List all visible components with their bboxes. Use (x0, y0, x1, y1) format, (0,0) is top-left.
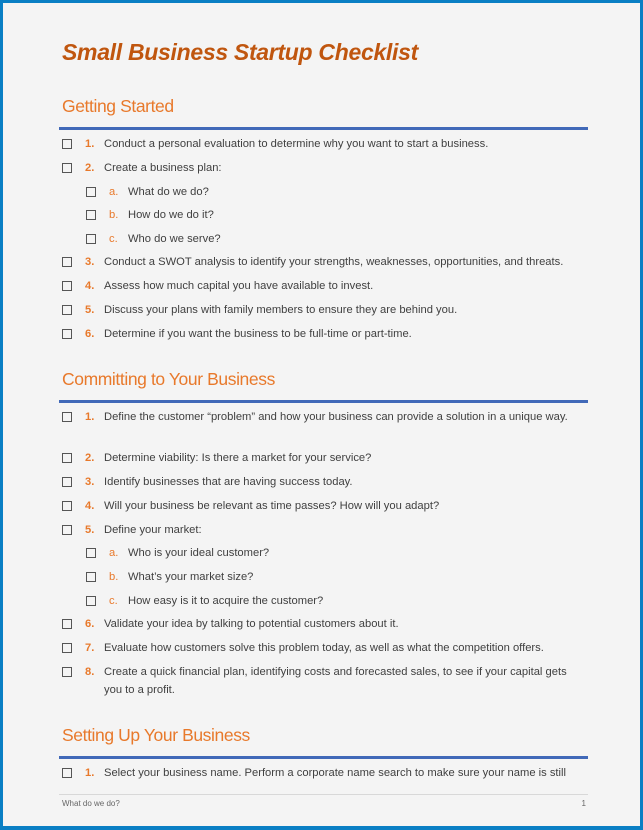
item-text: Will your business be relevant as time p… (104, 500, 440, 512)
document-title: Small Business Startup Checklist (62, 39, 418, 65)
checkbox[interactable] (62, 412, 72, 422)
item-text: Define your market: (104, 524, 202, 536)
item-number: 8. (85, 666, 95, 678)
checkbox[interactable] (62, 281, 72, 291)
item-text: Create a business plan: (104, 162, 222, 174)
page-number: 1 (581, 799, 586, 808)
item-letter: a. (109, 186, 119, 198)
item-text: What’s your market size? (128, 571, 254, 583)
checkbox[interactable] (62, 305, 72, 315)
checkbox[interactable] (86, 548, 96, 558)
footer-text: What do we do? (62, 799, 120, 808)
checkbox[interactable] (62, 525, 72, 535)
item-letter: b. (109, 209, 119, 221)
checkbox[interactable] (62, 477, 72, 487)
item-number: 6. (85, 618, 95, 630)
item-text: Create a quick financial plan, identifyi… (104, 666, 567, 696)
item-text: How easy is it to acquire the customer? (128, 595, 324, 607)
item-text: Determine if you want the business to be… (104, 328, 412, 340)
checkbox[interactable] (62, 257, 72, 267)
checkbox[interactable] (62, 329, 72, 339)
item-number: 5. (85, 304, 95, 316)
item-number: 1. (85, 411, 95, 423)
checkbox[interactable] (62, 501, 72, 511)
item-text: Conduct a SWOT analysis to identify your… (104, 256, 564, 268)
item-text: What do we do? (128, 186, 209, 198)
checkbox[interactable] (62, 768, 72, 778)
item-number: 4. (85, 500, 95, 512)
item-text: Validate your idea by talking to potenti… (104, 618, 399, 630)
item-text: Who is your ideal customer? (128, 547, 270, 559)
item-letter: c. (109, 595, 118, 607)
checkbox[interactable] (86, 187, 96, 197)
checkbox[interactable] (62, 619, 72, 629)
item-text: Define the customer “problem” and how yo… (104, 411, 568, 423)
checkbox[interactable] (86, 596, 96, 606)
footer-rule (59, 794, 588, 795)
item-letter: c. (109, 233, 118, 245)
checkbox[interactable] (62, 139, 72, 149)
checkbox[interactable] (86, 210, 96, 220)
item-number: 3. (85, 256, 95, 268)
item-number: 3. (85, 476, 95, 488)
item-number: 2. (85, 452, 95, 464)
item-text: Select your business name. Perform a cor… (104, 767, 566, 779)
section-heading-getting-started: Getting Started (62, 96, 174, 116)
item-text: Discuss your plans with family members t… (104, 304, 458, 316)
item-text: Conduct a personal evaluation to determi… (104, 138, 489, 150)
item-number: 5. (85, 524, 95, 536)
section-rule (59, 127, 588, 130)
item-number: 2. (85, 162, 95, 174)
checkbox[interactable] (62, 453, 72, 463)
item-number: 6. (85, 328, 95, 340)
item-number: 1. (85, 138, 95, 150)
item-text: Determine viability: Is there a market f… (104, 452, 372, 464)
checkbox[interactable] (86, 572, 96, 582)
section-heading-setting-up: Setting Up Your Business (62, 725, 250, 745)
checkbox[interactable] (86, 234, 96, 244)
item-letter: b. (109, 571, 119, 583)
section-heading-committing: Committing to Your Business (62, 369, 275, 389)
item-letter: a. (109, 547, 119, 559)
item-number: 7. (85, 642, 95, 654)
item-text: How do we do it? (128, 209, 214, 221)
item-text: Assess how much capital you have availab… (104, 280, 374, 292)
section-rule (59, 756, 588, 759)
section-rule (59, 400, 588, 403)
checkbox[interactable] (62, 163, 72, 173)
item-number: 1. (85, 767, 95, 779)
item-text: Who do we serve? (128, 233, 221, 245)
item-text: Identify businesses that are having succ… (104, 476, 353, 488)
checkbox[interactable] (62, 643, 72, 653)
item-number: 4. (85, 280, 95, 292)
item-text: Evaluate how customers solve this proble… (104, 642, 544, 654)
checkbox[interactable] (62, 667, 72, 677)
